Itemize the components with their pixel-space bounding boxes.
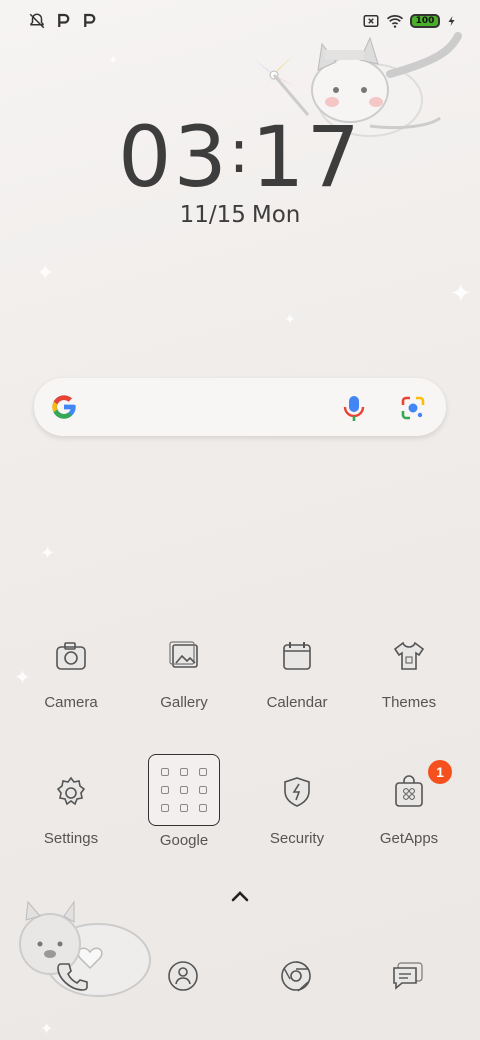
folder-app-icon: [199, 768, 208, 776]
app-label: Themes: [381, 694, 437, 711]
folder-icon: [148, 754, 220, 826]
app-getapps[interactable]: 1 GetApps: [354, 760, 464, 847]
security-icon: [277, 772, 317, 812]
sparkle-icon: ✦: [284, 311, 296, 327]
folder-google[interactable]: Google: [129, 754, 239, 849]
battery-level: 100: [415, 16, 435, 26]
sparkle-icon: ✦: [36, 260, 55, 285]
app-label: Calendar: [266, 694, 328, 711]
notification-badge: 1: [428, 760, 452, 784]
app-calendar[interactable]: Calendar: [242, 636, 352, 711]
app-gallery[interactable]: Gallery: [129, 636, 239, 711]
google-search-bar[interactable]: [34, 378, 446, 436]
sim-off-icon: [363, 15, 379, 27]
sparkle-icon: ✦: [450, 278, 472, 308]
clock-minute: 17: [251, 108, 362, 206]
folder-app-icon: [199, 786, 208, 794]
folder-app-icon: [179, 786, 188, 794]
clock-separator: :: [228, 117, 252, 187]
date-weekday: Mon: [251, 202, 301, 228]
app-label: Settings: [43, 830, 99, 847]
camera-icon: [51, 636, 91, 676]
browser-icon[interactable]: [278, 958, 314, 994]
settings-icon: [51, 772, 91, 812]
folder-app-icon: [179, 804, 188, 812]
battery-icon: 100: [410, 14, 440, 28]
folder-app-icon: [199, 804, 208, 812]
app-settings[interactable]: Settings: [16, 772, 126, 847]
notifications-off-icon: [29, 13, 45, 29]
sparkle-icon: ✦: [108, 53, 119, 67]
contacts-icon[interactable]: [165, 958, 201, 994]
app-label: Gallery: [160, 694, 208, 711]
messages-icon[interactable]: [390, 958, 426, 994]
themes-icon: [389, 636, 429, 676]
app-themes[interactable]: Themes: [354, 636, 464, 711]
clock-date[interactable]: 11/15 Mon: [0, 202, 480, 228]
google-g-icon: [52, 395, 76, 419]
folder-app-icon: [160, 768, 169, 776]
folder-app-icon: [160, 786, 169, 794]
clock-hour: 03: [118, 108, 229, 206]
app-label: Security: [269, 830, 325, 847]
app-security[interactable]: Security: [242, 772, 352, 847]
wifi-icon: [386, 15, 404, 28]
p-icon: [58, 13, 70, 27]
charging-icon: [448, 16, 455, 26]
folder-app-icon: [179, 768, 188, 776]
folder-app-icon: [160, 804, 169, 812]
lens-icon[interactable]: [400, 395, 426, 421]
p-icon: [84, 13, 96, 27]
date-numeric: 11/15: [179, 202, 246, 228]
chevron-up-icon[interactable]: [228, 886, 252, 906]
app-camera[interactable]: Camera: [16, 636, 126, 711]
app-label: GetApps: [379, 830, 439, 847]
phone-icon[interactable]: [54, 958, 90, 994]
app-label: Google: [159, 832, 209, 849]
clock-time[interactable]: 03:17: [0, 108, 480, 206]
sparkle-icon: ✦: [40, 543, 56, 563]
calendar-icon: [277, 636, 317, 676]
getapps-icon: [389, 772, 429, 812]
sparkle-icon: ✦: [40, 1021, 54, 1038]
gallery-icon: [164, 636, 204, 676]
app-label: Camera: [44, 694, 98, 711]
mic-icon[interactable]: [342, 394, 366, 422]
